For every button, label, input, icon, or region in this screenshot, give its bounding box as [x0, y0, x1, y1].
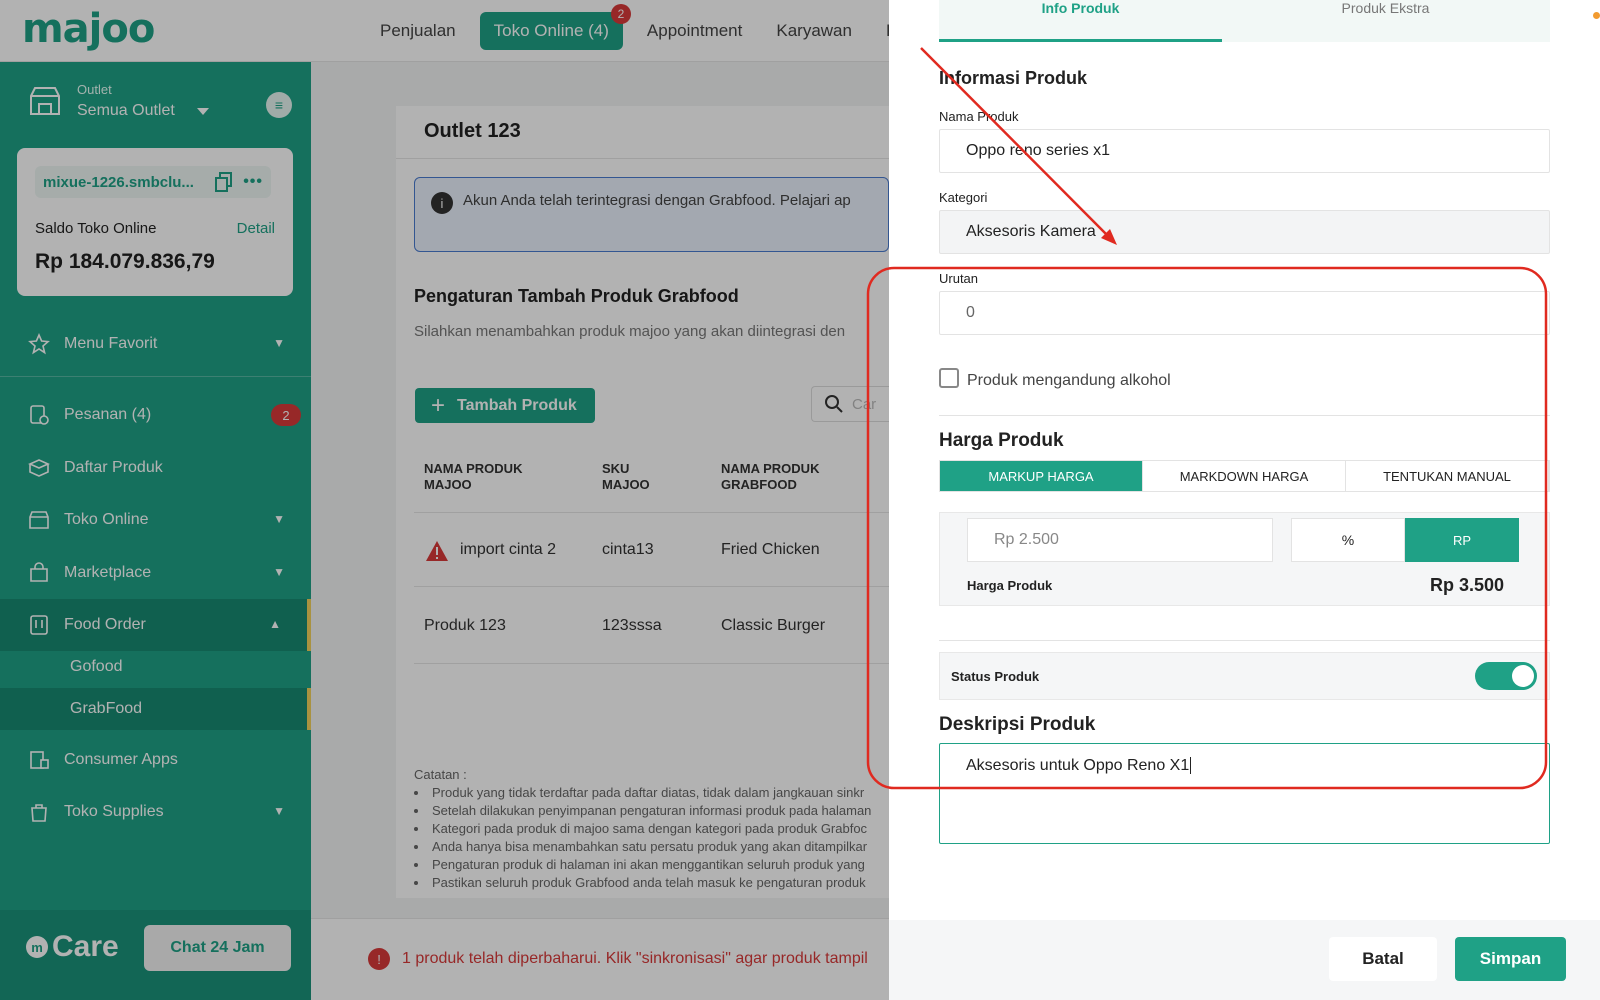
markup-value-input[interactable]: Rp 2.500	[967, 518, 1273, 562]
notification-dot	[1593, 12, 1600, 19]
deskripsi-produk-title: Deskripsi Produk	[939, 714, 1096, 735]
nama-produk-input[interactable]: Oppo reno series x1	[939, 129, 1550, 173]
alkohol-checkbox[interactable]	[939, 368, 959, 388]
kategori-field[interactable]: Aksesoris Kamera	[939, 210, 1550, 254]
batal-button[interactable]: Batal	[1329, 937, 1437, 981]
unit-rupiah-button[interactable]: RP	[1405, 518, 1519, 562]
harga-produk-label: Harga Produk	[967, 578, 1053, 593]
drawer-tabs: Info Produk Produk Ekstra	[939, 0, 1550, 42]
tab-info-produk[interactable]: Info Produk	[939, 0, 1222, 42]
drawer-divider	[939, 640, 1550, 641]
drawer-divider	[939, 415, 1550, 416]
urutan-label: Urutan	[939, 271, 979, 286]
harga-mode-tabs: MARKUP HARGA MARKDOWN HARGA TENTUKAN MAN…	[939, 460, 1550, 492]
nama-produk-label: Nama Produk	[939, 109, 1019, 124]
alkohol-checkbox-label[interactable]: Produk mengandung alkohol	[967, 372, 1171, 390]
harga-produk-value: Rp 3.500	[1429, 575, 1504, 595]
deskripsi-text: Aksesoris untuk Oppo Reno X1	[966, 757, 1190, 774]
informasi-produk-title: Informasi Produk	[939, 68, 1088, 88]
kategori-label: Kategori	[939, 190, 988, 205]
tab-markup-harga[interactable]: MARKUP HARGA	[940, 461, 1143, 491]
tab-tentukan-manual[interactable]: TENTUKAN MANUAL	[1346, 461, 1549, 491]
status-produk-label: Status Produk	[951, 669, 1040, 684]
toggle-knob	[1512, 665, 1534, 687]
status-produk-toggle[interactable]	[1475, 662, 1537, 690]
tab-produk-ekstra[interactable]: Produk Ekstra	[1244, 0, 1527, 42]
harga-produk-title: Harga Produk	[939, 430, 1064, 451]
urutan-input[interactable]: 0	[939, 291, 1550, 335]
simpan-button[interactable]: Simpan	[1455, 937, 1566, 981]
text-cursor: ​	[1190, 757, 1192, 774]
unit-percent-button[interactable]: %	[1291, 518, 1405, 562]
tab-markdown-harga[interactable]: MARKDOWN HARGA	[1143, 461, 1346, 491]
deskripsi-produk-textarea[interactable]: Aksesoris untuk Oppo Reno X1​	[939, 743, 1550, 844]
modal-backdrop[interactable]	[0, 0, 889, 1000]
